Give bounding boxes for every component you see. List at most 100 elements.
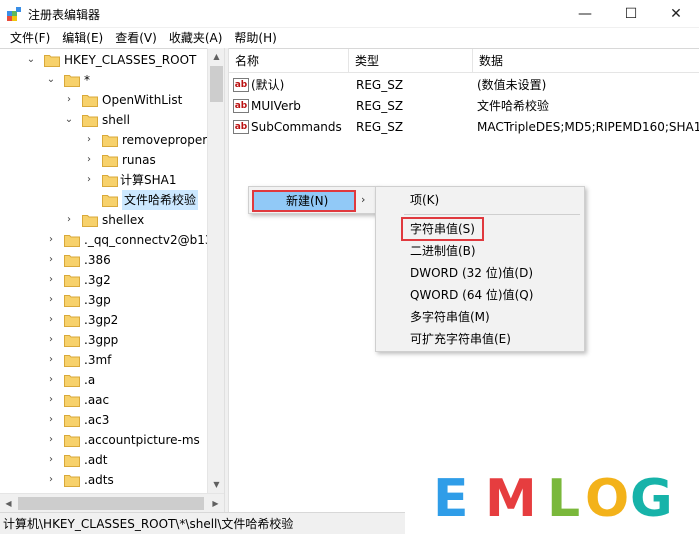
tree-item[interactable]: › .adt [0, 450, 207, 470]
list-row[interactable]: ab MUIVerb REG_SZ 文件哈希校验 [229, 96, 699, 117]
context-menu: 新建(N) › [248, 186, 378, 214]
tree-item[interactable]: › removeproper [0, 130, 207, 150]
chevron-right-icon[interactable]: › [84, 150, 94, 170]
menu-item-qword-value[interactable]: QWORD (64 位)值(Q) [380, 284, 580, 306]
chevron-right-icon[interactable]: › [64, 210, 74, 230]
folder-icon [64, 293, 80, 307]
chevron-down-icon[interactable]: ⌄ [64, 110, 74, 130]
menu-item-dword-value[interactable]: DWORD (32 位)值(D) [380, 262, 580, 284]
scroll-up-icon[interactable]: ▲ [208, 48, 225, 65]
tree-item[interactable]: › .adts [0, 470, 207, 490]
menu-view[interactable]: 查看(V) [109, 28, 163, 48]
tree-item[interactable]: ⌄ shell [0, 110, 207, 130]
tree-item-label: .adt [84, 453, 108, 467]
tree-item[interactable]: › OpenWithList [0, 90, 207, 110]
watermark-letter: G [630, 469, 673, 529]
tree-item-label: OpenWithList [102, 93, 183, 107]
chevron-right-icon[interactable]: › [84, 130, 94, 150]
chevron-right-icon[interactable]: › [46, 350, 56, 370]
menu-file[interactable]: 文件(F) [4, 28, 56, 48]
tree-item[interactable]: ⌄ * [0, 70, 207, 90]
chevron-right-icon[interactable]: › [46, 430, 56, 450]
tree-item-label: * [84, 73, 90, 87]
maximize-icon: ☐ [624, 6, 638, 22]
chevron-down-icon[interactable]: ⌄ [26, 50, 36, 70]
tree-item[interactable]: › .ac3 [0, 410, 207, 430]
chevron-right-icon[interactable]: › [46, 230, 56, 250]
folder-icon [64, 453, 80, 467]
scroll-thumb-horizontal[interactable] [18, 497, 204, 510]
column-type[interactable]: 类型 [349, 49, 473, 73]
scroll-thumb[interactable] [210, 66, 223, 102]
status-path: 计算机\HKEY_CLASSES_ROOT\*\shell\文件哈希校验 [3, 517, 294, 531]
emlog-watermark: E M L O G [405, 463, 699, 534]
folder-icon [64, 333, 80, 347]
tree-item[interactable]: 文件哈希校验 [0, 190, 207, 210]
tree-item[interactable]: › runas [0, 150, 207, 170]
maximize-button[interactable]: ☐ [608, 0, 654, 28]
tree-item[interactable]: › .3gpp [0, 330, 207, 350]
tree-item[interactable]: › .a [0, 370, 207, 390]
tree-item-label: .3mf [84, 353, 112, 367]
tree-vertical-scrollbar[interactable]: ▲ ▼ [207, 48, 224, 493]
scroll-right-icon[interactable]: ▶ [207, 494, 224, 513]
tree-item[interactable]: › ._qq_connectv2@b13 [0, 230, 213, 250]
chevron-right-icon[interactable]: › [46, 470, 56, 490]
chevron-right-icon[interactable] [84, 190, 94, 210]
menu-item-binary-value[interactable]: 二进制值(B) [380, 240, 580, 262]
chevron-right-icon[interactable]: › [46, 410, 56, 430]
tree-horizontal-scrollbar[interactable]: ◀ ▶ [0, 493, 224, 512]
chevron-right-icon[interactable]: › [46, 330, 56, 350]
tree-item[interactable]: › .3gp2 [0, 310, 207, 330]
tree-item[interactable]: › .3g2 [0, 270, 207, 290]
chevron-right-icon[interactable]: › [46, 390, 56, 410]
title-bar: 注册表编辑器 — ☐ ✕ [0, 0, 699, 28]
menu-help[interactable]: 帮助(H) [228, 28, 282, 48]
folder-icon [64, 253, 80, 267]
column-data[interactable]: 数据 [473, 49, 699, 73]
menu-favorites[interactable]: 收藏夹(A) [163, 28, 229, 48]
tree-item[interactable]: › 计算SHA1 [0, 170, 207, 190]
scroll-down-icon[interactable]: ▼ [208, 476, 225, 493]
string-value-icon: ab [233, 99, 249, 113]
column-name[interactable]: 名称 [229, 49, 349, 73]
menu-item-new[interactable]: 新建(N) [252, 190, 356, 212]
close-button[interactable]: ✕ [653, 0, 699, 28]
scroll-left-icon[interactable]: ◀ [0, 494, 17, 513]
list-row[interactable]: ab (默认) REG_SZ (数值未设置) [229, 75, 699, 96]
chevron-right-icon: › [361, 193, 366, 206]
minimize-button[interactable]: — [562, 0, 608, 28]
chevron-right-icon[interactable]: › [84, 170, 94, 190]
tree-item[interactable]: › .aac [0, 390, 207, 410]
chevron-down-icon[interactable]: ⌄ [46, 70, 56, 90]
menu-item-multi-string-value[interactable]: 多字符串值(M) [380, 306, 580, 328]
chevron-right-icon[interactable]: › [46, 370, 56, 390]
menu-item-key[interactable]: 项(K) [380, 189, 580, 211]
folder-icon [64, 313, 80, 327]
tree-item[interactable]: ⌄ HKEY_CLASSES_ROOT [0, 50, 207, 70]
tree-item[interactable]: › .3gp [0, 290, 207, 310]
list-row[interactable]: ab SubCommands REG_SZ MACTripleDES;MD5;R… [229, 117, 699, 138]
tree-item[interactable]: › .accountpicture-ms [0, 430, 207, 450]
watermark-letter: E [433, 469, 469, 529]
key-tree-pane: ⌄ HKEY_CLASSES_ROOT ⌄ * › OpenWithList ⌄ shell ›… [0, 48, 224, 512]
tree-item[interactable]: › .3mf [0, 350, 207, 370]
folder-icon [64, 233, 80, 247]
menu-edit[interactable]: 编辑(E) [56, 28, 109, 48]
chevron-right-icon[interactable]: › [46, 290, 56, 310]
new-submenu: 项(K) 字符串值(S) 二进制值(B) DWORD (32 位)值(D) QW… [375, 186, 585, 352]
menu-item-expandable-string-value[interactable]: 可扩充字符串值(E) [380, 328, 580, 350]
tree-item-label: ._qq_connectv2@b13 [84, 233, 213, 247]
chevron-right-icon[interactable]: › [46, 270, 56, 290]
tree-item[interactable]: › shellex [0, 210, 207, 230]
value-name: MUIVerb [251, 99, 301, 113]
tree-item-label: .accountpicture-ms [84, 433, 200, 447]
tree-item[interactable]: › .386 [0, 250, 207, 270]
tree-item-label: .3gp2 [84, 313, 119, 327]
chevron-right-icon[interactable]: › [64, 90, 74, 110]
chevron-right-icon[interactable]: › [46, 310, 56, 330]
value-data: 文件哈希校验 [477, 99, 550, 113]
chevron-right-icon[interactable]: › [46, 250, 56, 270]
chevron-right-icon[interactable]: › [46, 450, 56, 470]
value-name: SubCommands [251, 120, 342, 134]
